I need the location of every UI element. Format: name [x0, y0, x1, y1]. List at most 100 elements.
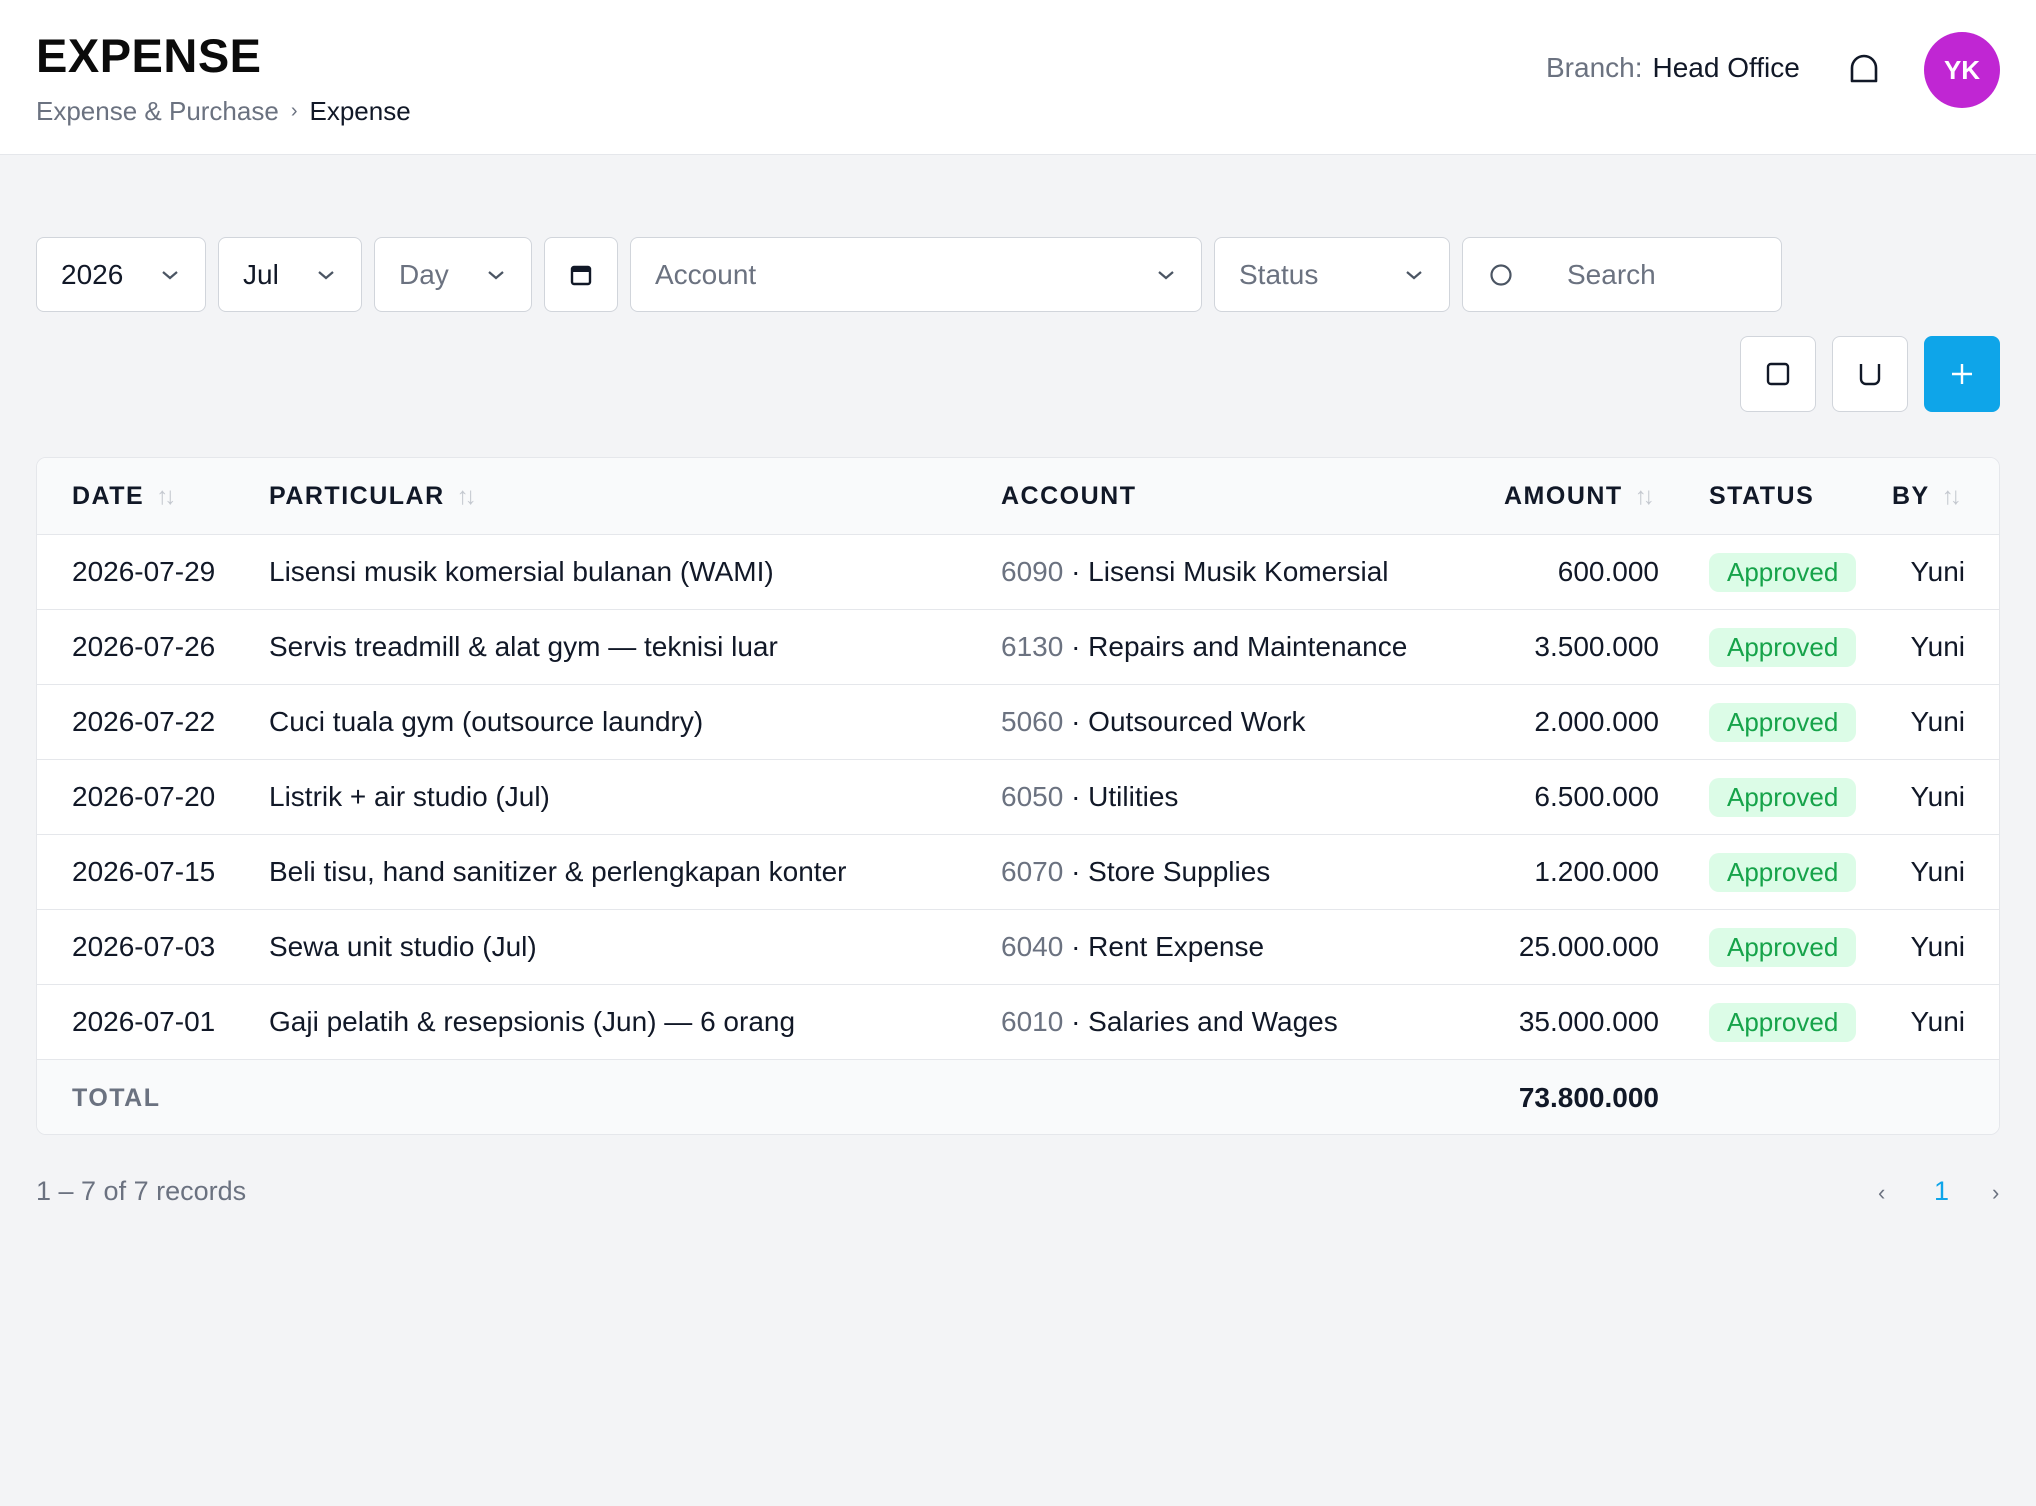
account-name: · Outsourced Work [1071, 706, 1306, 737]
account-name: · Store Supplies [1071, 856, 1271, 887]
search-box[interactable] [1462, 237, 1782, 312]
branch-label: Branch: [1546, 52, 1643, 83]
status-badge: Approved [1709, 552, 1857, 592]
table-row[interactable]: 2026-07-03 Sewa unit studio (Jul) 6040 ·… [37, 910, 1999, 985]
pagination-prev-button[interactable]: ‹ [1878, 1180, 1885, 1206]
column-header-particular[interactable]: PARTICULAR ↑↓ [269, 458, 477, 535]
cell-date: 2026-07-29 [72, 556, 216, 587]
cell-particular: Gaji pelatih & resepsionis (Jun) — 6 ora… [269, 1006, 796, 1037]
sort-icon[interactable]: ↑↓ [156, 483, 176, 511]
breadcrumb-separator: › [290, 100, 298, 122]
cell-by: Yuni [1910, 856, 1966, 887]
page-title: EXPENSE [36, 29, 262, 82]
status-badge: Approved [1709, 1002, 1857, 1042]
cell-status: Approved [1709, 835, 1857, 909]
cell-date: 2026-07-15 [72, 856, 216, 887]
cell-particular: Cuci tuala gym (outsource laundry) [269, 706, 704, 737]
cell-status: Approved [1709, 910, 1857, 984]
cell-by: Yuni [1910, 1006, 1966, 1037]
account-code: 6010 [1001, 1006, 1064, 1037]
u-action-button[interactable] [1832, 336, 1908, 412]
pagination-next-button[interactable]: › [1992, 1180, 1999, 1206]
breadcrumb-current: Expense [309, 96, 411, 126]
sort-icon[interactable]: ↑↓ [1942, 483, 1962, 511]
total-amount: 73.800.000 [1518, 1082, 1659, 1113]
month-select[interactable]: Jul [218, 237, 362, 312]
records-count: 1 – 7 of 7 records [36, 1176, 247, 1206]
search-icon [1489, 263, 1513, 287]
day-select[interactable]: Day [374, 237, 532, 312]
account-code: 6050 [1001, 781, 1064, 812]
breadcrumb-parent-link[interactable]: Expense & Purchase [36, 96, 279, 127]
cell-particular: Lisensi musik komersial bulanan (WAMI) [269, 556, 774, 587]
page-header: EXPENSE Expense & Purchase › Expense Bra… [0, 0, 2036, 155]
cell-particular: Beli tisu, hand sanitizer & perlengkapan… [269, 856, 847, 887]
cell-by: Yuni [1910, 631, 1966, 662]
account-code: 6090 [1001, 556, 1064, 587]
cell-particular: Servis treadmill & alat gym — teknisi lu… [269, 631, 778, 662]
table-header: DATE ↑↓ PARTICULAR ↑↓ ACCOUNT AMOUNT ↑↓ STA… [37, 458, 1999, 535]
branch-selector[interactable]: Branch: Head Office [1546, 52, 1800, 84]
cell-amount: 35.000.000 [1518, 1006, 1659, 1037]
square-icon [1765, 361, 1791, 387]
cell-amount: 2.000.000 [1534, 706, 1659, 737]
pagination-page-1[interactable]: 1 [1934, 1176, 1949, 1207]
cell-status: Approved [1709, 535, 1857, 609]
column-header-particular-label: PARTICULAR [269, 482, 445, 510]
cell-amount: 1.200.000 [1534, 856, 1659, 887]
cell-account: 6070 · Store Supplies [1001, 835, 1270, 909]
status-select[interactable]: Status [1214, 237, 1450, 312]
chevron-down-icon [1157, 269, 1179, 281]
status-badge: Approved [1709, 852, 1857, 892]
search-input[interactable] [1567, 258, 1767, 291]
month-select-value: Jul [243, 258, 279, 290]
cell-status: Approved [1709, 985, 1857, 1059]
status-badge: Approved [1709, 702, 1857, 742]
cell-status: Approved [1709, 760, 1857, 834]
notification-bell-icon[interactable] [1844, 50, 1884, 90]
account-select[interactable]: Account [630, 237, 1202, 312]
year-select[interactable]: 2026 [36, 237, 206, 312]
account-code: 6040 [1001, 931, 1064, 962]
cell-particular: Sewa unit studio (Jul) [269, 931, 537, 962]
cell-status: Approved [1709, 685, 1857, 759]
cell-account: 6130 · Repairs and Maintenance [1001, 610, 1407, 684]
sort-icon[interactable]: ↑↓ [1635, 483, 1655, 511]
cell-date: 2026-07-22 [72, 706, 216, 737]
cell-by: Yuni [1910, 706, 1966, 737]
table-row[interactable]: 2026-07-20 Listrik + air studio (Jul) 60… [37, 760, 1999, 835]
sort-icon[interactable]: ↑↓ [457, 483, 477, 511]
table-row[interactable]: 2026-07-15 Beli tisu, hand sanitizer & p… [37, 835, 1999, 910]
table-total-row: TOTAL 73.800.000 [37, 1060, 1999, 1134]
cell-account: 6090 · Lisensi Musik Komersial [1001, 535, 1389, 609]
account-name: · Repairs and Maintenance [1071, 631, 1408, 662]
table-row[interactable]: 2026-07-22 Cuci tuala gym (outsource lau… [37, 685, 1999, 760]
chevron-down-icon [487, 269, 509, 281]
column-header-date-label: DATE [72, 482, 145, 510]
calendar-button[interactable] [544, 237, 618, 312]
table-row[interactable]: 2026-07-01 Gaji pelatih & resepsionis (J… [37, 985, 1999, 1060]
column-header-status-label: STATUS [1709, 482, 1815, 510]
account-code: 6130 [1001, 631, 1064, 662]
column-header-by[interactable]: BY ↑↓ [1892, 458, 1962, 535]
add-expense-button[interactable] [1924, 336, 2000, 412]
cell-account: 6010 · Salaries and Wages [1001, 985, 1338, 1059]
column-header-amount[interactable]: AMOUNT ↑↓ [1504, 458, 1655, 535]
cell-date: 2026-07-01 [72, 1006, 216, 1037]
status-badge: Approved [1709, 927, 1857, 967]
square-action-button[interactable] [1740, 336, 1816, 412]
account-name: · Salaries and Wages [1071, 1006, 1338, 1037]
table-row[interactable]: 2026-07-26 Servis treadmill & alat gym —… [37, 610, 1999, 685]
column-header-date[interactable]: DATE ↑↓ [72, 458, 176, 535]
plus-icon [1949, 361, 1975, 387]
cell-particular: Listrik + air studio (Jul) [269, 781, 550, 812]
column-header-amount-label: AMOUNT [1504, 482, 1623, 510]
chevron-down-icon [317, 269, 339, 281]
table-row[interactable]: 2026-07-29 Lisensi musik komersial bulan… [37, 535, 1999, 610]
calendar-icon [569, 263, 593, 287]
chevron-down-icon [161, 269, 183, 281]
cell-by: Yuni [1910, 781, 1966, 812]
user-avatar[interactable]: YK [1924, 32, 2000, 108]
cell-date: 2026-07-03 [72, 931, 216, 962]
cell-amount: 25.000.000 [1518, 931, 1659, 962]
